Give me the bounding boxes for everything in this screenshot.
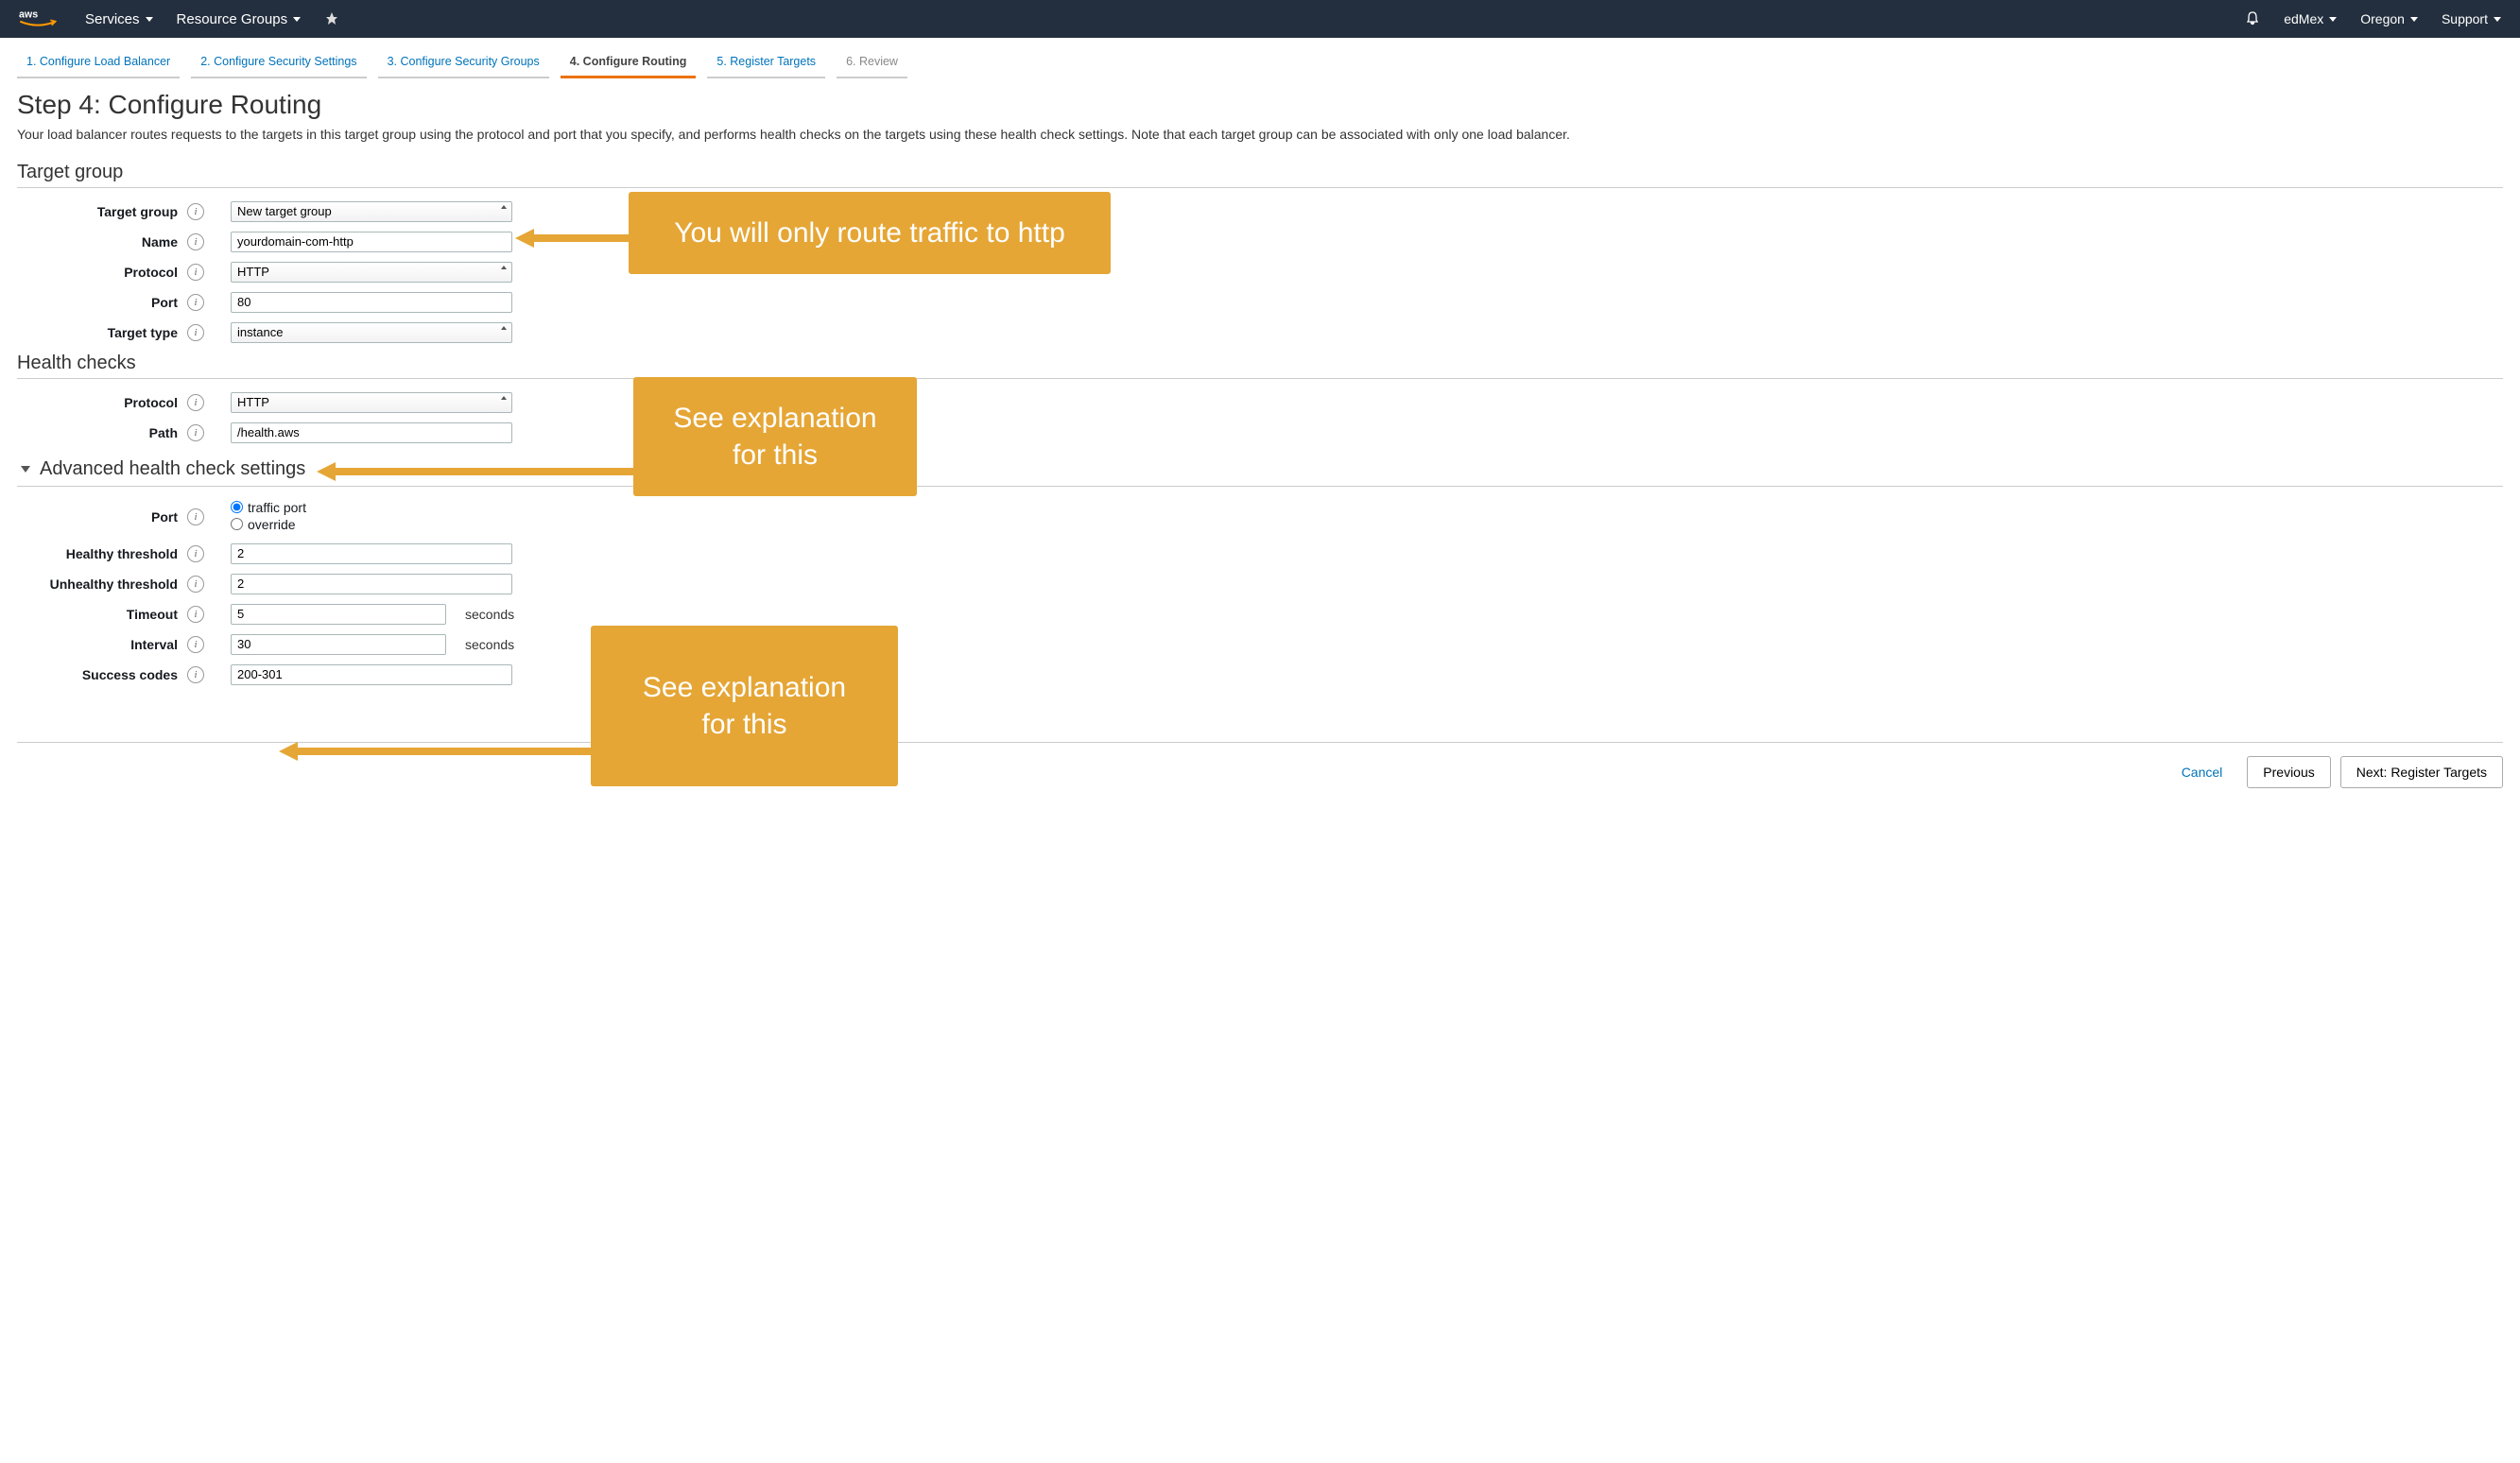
cancel-button[interactable]: Cancel [2166,757,2238,787]
label-interval: Interval [17,637,187,652]
label-unhealthy-threshold: Unhealthy threshold [17,577,187,592]
label-success-codes: Success codes [17,667,187,682]
arrow-left-icon [515,227,629,250]
section-health-checks: Health checks [17,353,2503,379]
info-icon[interactable]: i [187,264,204,281]
label-path: Path [17,425,187,440]
nav-services-label: Services [85,11,140,27]
step-6: 6. Review [837,47,907,78]
label-name: Name [17,234,187,250]
callout-1-text: You will only route traffic to http [674,217,1065,249]
section-target-group: Target group [17,162,2503,188]
aws-logo-icon: aws [19,8,57,30]
bell-icon [2245,10,2260,26]
nav-services[interactable]: Services [85,11,153,27]
info-icon[interactable]: i [187,394,204,411]
step-4[interactable]: 4. Configure Routing [561,47,697,78]
info-icon[interactable]: i [187,324,204,341]
radio-traffic-port-label: traffic port [248,500,306,515]
success-codes-input[interactable] [231,664,512,685]
nav-region[interactable]: Oregon [2360,11,2418,26]
next-button[interactable]: Next: Register Targets [2340,756,2503,788]
previous-button[interactable]: Previous [2247,756,2330,788]
info-icon[interactable]: i [187,545,204,562]
label-hc-protocol: Protocol [17,395,187,410]
label-target-type: Target type [17,325,187,340]
nav-user[interactable]: edMex [2284,11,2337,26]
caret-down-icon [146,17,153,22]
radio-override-input[interactable] [231,518,243,530]
protocol-select[interactable]: HTTP [231,262,512,283]
radio-override[interactable]: override [231,517,306,532]
callout-1: You will only route traffic to http [629,192,1111,274]
pin-icon [324,11,339,26]
name-input[interactable] [231,232,512,252]
info-icon[interactable]: i [187,508,204,525]
label-target-group: Target group [17,204,187,219]
radio-traffic-port-input[interactable] [231,501,243,513]
info-icon[interactable]: i [187,294,204,311]
caret-down-icon [2494,17,2501,22]
nav-user-label: edMex [2284,11,2323,26]
advanced-label: Advanced health check settings [40,458,305,480]
info-icon[interactable]: i [187,666,204,683]
nav-support[interactable]: Support [2442,11,2501,26]
target-group-select[interactable]: New target group [231,201,512,222]
nav-region-label: Oregon [2360,11,2405,26]
healthy-threshold-input[interactable] [231,543,512,564]
info-icon[interactable]: i [187,233,204,250]
step-2[interactable]: 2. Configure Security Settings [191,47,366,78]
nav-notifications[interactable] [2245,10,2260,28]
callout-3: See explanation for this [591,626,898,786]
arrow-left-icon [279,740,591,763]
info-icon[interactable]: i [187,576,204,593]
nav-pin[interactable] [324,11,339,26]
info-icon[interactable]: i [187,606,204,623]
radio-traffic-port[interactable]: traffic port [231,500,306,515]
callout-2: See explanation for this [633,377,917,496]
step-3[interactable]: 3. Configure Security Groups [378,47,549,78]
caret-down-icon [2410,17,2418,22]
label-port: Port [17,295,187,310]
info-icon[interactable]: i [187,636,204,653]
callout-2-text: See explanation for this [673,403,876,471]
timeout-input[interactable] [231,604,446,625]
step-5[interactable]: 5. Register Targets [707,47,825,78]
unit-seconds: seconds [465,607,514,622]
page-title: Step 4: Configure Routing [17,90,2503,120]
aws-logo[interactable]: aws [19,8,57,30]
nav-resource-groups[interactable]: Resource Groups [177,11,302,27]
info-icon[interactable]: i [187,424,204,441]
unit-seconds: seconds [465,637,514,652]
callout-3-text: See explanation for this [643,672,846,740]
label-hc-port: Port [17,509,187,525]
path-input[interactable] [231,422,512,443]
nav-resource-groups-label: Resource Groups [177,11,288,27]
target-type-select[interactable]: instance [231,322,512,343]
unhealthy-threshold-input[interactable] [231,574,512,594]
port-input[interactable] [231,292,512,313]
interval-input[interactable] [231,634,446,655]
label-protocol: Protocol [17,265,187,280]
label-timeout: Timeout [17,607,187,622]
step-1[interactable]: 1. Configure Load Balancer [17,47,180,78]
wizard-steps: 1. Configure Load Balancer 2. Configure … [0,38,2520,78]
radio-override-label: override [248,517,296,532]
hc-protocol-select[interactable]: HTTP [231,392,512,413]
arrow-left-icon [317,460,633,483]
caret-down-icon [2329,17,2337,22]
svg-text:aws: aws [19,9,38,21]
page-description: Your load balancer routes requests to th… [17,126,2503,145]
top-nav: aws Services Resource Groups edMex [0,0,2520,38]
caret-down-icon [293,17,301,22]
nav-support-label: Support [2442,11,2488,26]
info-icon[interactable]: i [187,203,204,220]
label-healthy-threshold: Healthy threshold [17,546,187,561]
triangle-down-icon [21,466,30,473]
